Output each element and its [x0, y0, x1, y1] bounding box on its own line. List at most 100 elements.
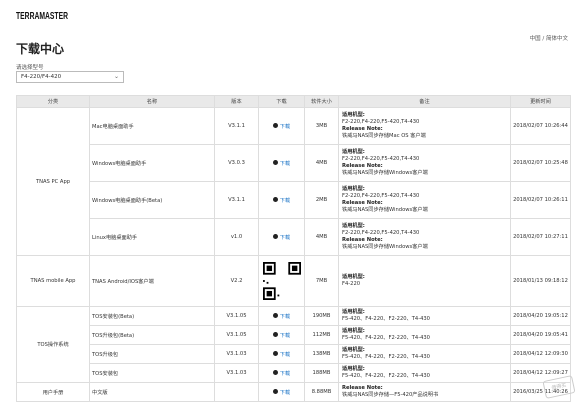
size-cell: 138MB [304, 344, 339, 364]
download-label: 下载 [279, 197, 291, 204]
remark-line: 铁威马NAS同步存储—F5-420产品说明书 [342, 392, 439, 398]
updated-cell: 2018/02/07 10:27:11 [510, 218, 571, 256]
download-label: 下载 [279, 351, 291, 358]
remark-line: 适用机型: [342, 149, 365, 155]
size-cell: 190MB [304, 306, 339, 326]
download-icon [272, 123, 278, 128]
size-cell: 188MB [304, 363, 339, 383]
table-row: Linux电脑桌面助手 v1.0 下载 4MB 适用机型: F2-220,F4-220,F… [17, 218, 571, 256]
name-cell: Windows电脑桌面助手 [89, 144, 215, 182]
name-cell: TOS升级包(Beta) [89, 325, 215, 345]
remark-line: Release Note: [342, 163, 383, 169]
updated-cell: 2018/02/07 10:26:44 [510, 107, 571, 145]
model-select[interactable]: F4-220/F4-420 ⌄ [16, 71, 124, 83]
download-cell: 下载 [258, 181, 305, 219]
version-cell: V3.1.1 [214, 107, 259, 145]
logo-text: TERRAMASTER [16, 10, 68, 21]
remark-line: 适用机型: [342, 328, 365, 334]
download-icon [272, 313, 278, 318]
table-row: TOS安装包 V3.1.03 下载 188MB 适用机型: F5-420、F4-220、F… [17, 363, 571, 383]
size-cell: 7MB [304, 255, 339, 307]
remark-cell: 适用机型: F5-420、F4-220、F2-220、T4-430 [338, 363, 511, 383]
download-icon [272, 197, 278, 202]
col-remark: 备注 [338, 95, 511, 108]
remark-cell: Release Note: 铁威马NAS同步存储—F5-420产品说明书 [338, 382, 511, 402]
remark-line: 适用机型: [342, 347, 365, 353]
name-cell: Mac电脑桌面助手 [89, 107, 215, 145]
model-select-value: F4-220/F4-420 [21, 74, 62, 80]
remark-line: Release Note: [342, 385, 383, 391]
remark-line: F2-220,F4-220,F5-420,T4-430 [342, 193, 420, 199]
download-icon [272, 351, 278, 356]
download-icon [272, 332, 278, 337]
remark-line: F5-420、F4-220、F2-220、T4-430 [342, 373, 430, 379]
version-cell: V3.0.3 [214, 144, 259, 182]
size-cell: 4MB [304, 144, 339, 182]
remark-line: Release Note: [342, 126, 383, 132]
table-row: TOS操作系统 TOS安装包(Beta) V3.1.05 下载 190MB 适用机型: F5… [16, 306, 571, 383]
table-header-row: 分类 名称 版本 下载 软件大小 备注 更新时间 [16, 95, 571, 108]
language-switcher[interactable]: 中国 / 简体中文 [530, 34, 568, 42]
remark-cell: 适用机型: F4-220 [338, 255, 511, 307]
download-link[interactable]: 下载 [272, 123, 291, 130]
download-link[interactable]: 下载 [272, 370, 291, 377]
remark-line: 适用机型: [342, 274, 365, 280]
col-category: 分类 [16, 95, 90, 108]
remark-cell: 适用机型: F2-220,F4-220,F5-420,T4-430 Release … [338, 107, 511, 145]
name-cell: Windows电脑桌面助手(Beta) [89, 181, 215, 219]
remark-line: Release Note: [342, 237, 383, 243]
version-cell: V3.1.05 [214, 306, 259, 326]
download-link[interactable]: 下载 [272, 332, 291, 339]
remark-line: F2-220,F4-220,F5-420,T4-430 [342, 156, 420, 162]
version-cell: V3.1.05 [214, 325, 259, 345]
name-cell: 中文版 [89, 382, 215, 402]
download-link[interactable]: 下载 [272, 197, 291, 204]
col-download: 下载 [258, 95, 305, 108]
download-label: 下载 [279, 123, 291, 130]
download-label: 下载 [279, 332, 291, 339]
remark-cell: 适用机型: F5-420、F4-220、F2-220、T4-430 [338, 306, 511, 326]
remark-line: F5-420、F4-220、F2-220、T4-430 [342, 354, 430, 360]
col-name: 名称 [89, 95, 215, 108]
download-label: 下载 [279, 370, 291, 377]
remark-cell: 适用机型: F2-220,F4-220,F5-420,T4-430 Release … [338, 144, 511, 182]
remark-cell: 适用机型: F2-220,F4-220,F5-420,T4-430 Release … [338, 218, 511, 256]
updated-cell: 2018/02/07 10:26:11 [510, 181, 571, 219]
category-cell: 用户手册 [16, 382, 90, 402]
remark-cell: 适用机型: F5-420、F4-220、F2-220、T4-430 [338, 325, 511, 345]
download-label: 下载 [279, 160, 291, 167]
category-cell: TNAS PC App [16, 107, 90, 256]
download-cell: 下载 [258, 144, 305, 182]
remark-cell: 适用机型: F5-420、F4-220、F2-220、T4-430 [338, 344, 511, 364]
download-cell: 下载 [258, 325, 305, 345]
version-cell [214, 382, 259, 402]
remark-line: 适用机型: [342, 366, 365, 372]
version-cell: V2.2 [214, 255, 259, 307]
category-cell: TNAS mobile App [16, 255, 90, 307]
terramaster-logo: TERRAMASTER [16, 9, 68, 21]
chevron-down-icon: ⌄ [113, 73, 119, 80]
download-link[interactable]: 下载 [272, 234, 291, 241]
download-label: 下载 [279, 234, 291, 241]
col-size: 软件大小 [304, 95, 339, 108]
qr-code-icon[interactable] [262, 262, 301, 300]
name-cell: TOS安装包 [89, 363, 215, 383]
download-link[interactable]: 下载 [272, 160, 291, 167]
table-row: 用户手册 中文版 下载 8.88MB Release Note: 铁威马NAS同步存储—F… [16, 382, 571, 402]
remark-line: Release Note: [342, 200, 383, 206]
model-select-label: 请选择型号 [16, 65, 44, 71]
remark-line: 铁威马NAS同步存储Windows客户端 [342, 244, 428, 250]
remark-line: F5-420、F4-220、F2-220、T4-430 [342, 335, 430, 341]
remark-line: 铁威马NAS同步存储Windows客户端 [342, 170, 428, 176]
size-cell: 112MB [304, 325, 339, 345]
download-link[interactable]: 下载 [272, 351, 291, 358]
col-version: 版本 [214, 95, 259, 108]
size-cell: 3MB [304, 107, 339, 145]
download-label: 下载 [279, 389, 291, 396]
download-link[interactable]: 下载 [272, 389, 291, 396]
download-cell: 下载 [258, 306, 305, 326]
download-link[interactable]: 下载 [272, 313, 290, 320]
name-cell: TOS安装包(Beta) [89, 306, 215, 326]
remark-line: 适用机型: [342, 112, 365, 118]
download-table: 分类 名称 版本 下载 软件大小 备注 更新时间 TNAS PC App Mac电… [16, 95, 571, 402]
